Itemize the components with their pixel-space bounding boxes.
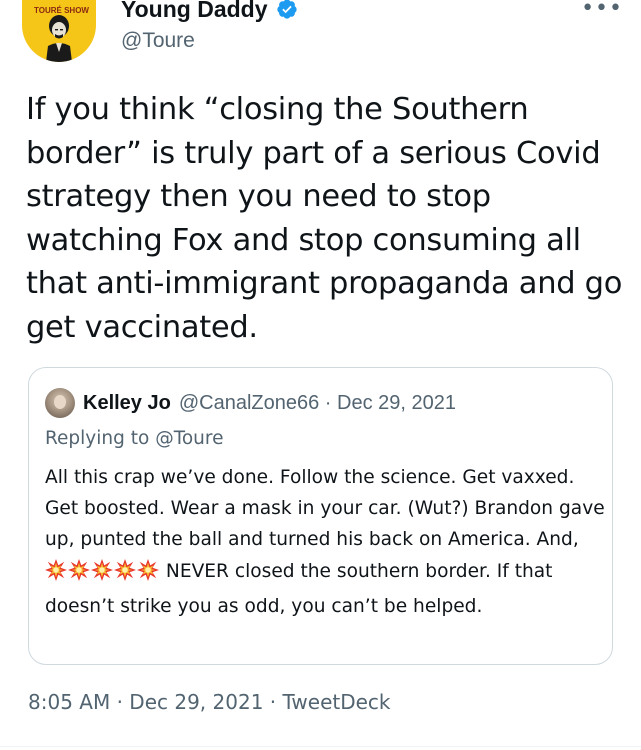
avatar-portrait-icon [46,15,72,62]
quoted-tweet-text: All this crap we’ve done. Follow the sci… [45,462,605,622]
timestamp-separator-2: · [263,690,283,714]
collision-icon [45,558,67,581]
quoted-tweet-date[interactable]: Dec 29, 2021 [337,392,456,415]
replying-to-row: Replying to @Toure [45,428,223,449]
author-name-row: Young Daddy [121,0,298,26]
tweet-timestamp-row: 8:05 AM · Dec 29, 2021 · TweetDeck [28,690,391,714]
quoted-author-avatar[interactable] [45,388,75,418]
replying-to-label: Replying to [45,428,156,449]
quoted-tweet-card[interactable]: Kelley Jo @CanalZone66 · Dec 29, 2021 Re… [28,367,613,665]
tweet-source[interactable]: TweetDeck [283,690,391,714]
quoted-author-handle[interactable]: @CanalZone66 [179,392,319,415]
author-handle[interactable]: @Toure [121,29,195,53]
replying-to-handle[interactable]: @Toure [155,428,223,449]
tweet-text: If you think “closing the Southern borde… [26,92,623,345]
quoted-author-name[interactable]: Kelley Jo [83,392,171,415]
quoted-tweet-header: Kelley Jo @CanalZone66 · Dec 29, 2021 [45,388,456,418]
tweet-time[interactable]: 8:05 AM [28,690,110,714]
quoted-meta-separator: · [319,391,337,414]
timestamp-separator-1: · [110,690,130,714]
collision-icon [137,558,159,581]
tweet-date[interactable]: Dec 29, 2021 [129,690,263,714]
collision-icon [114,558,136,581]
footer-divider [0,746,641,747]
collision-icon [91,558,113,581]
verified-badge-icon [276,0,297,19]
collision-emoji-run [45,558,160,591]
collision-icon [68,558,90,581]
author-avatar[interactable]: TOURÉ SHOW [22,0,96,62]
quoted-text-part-1: All this crap we’ve done. Follow the sci… [45,467,605,551]
more-options-icon[interactable]: ••• [581,0,623,20]
author-display-name[interactable]: Young Daddy [121,0,268,23]
